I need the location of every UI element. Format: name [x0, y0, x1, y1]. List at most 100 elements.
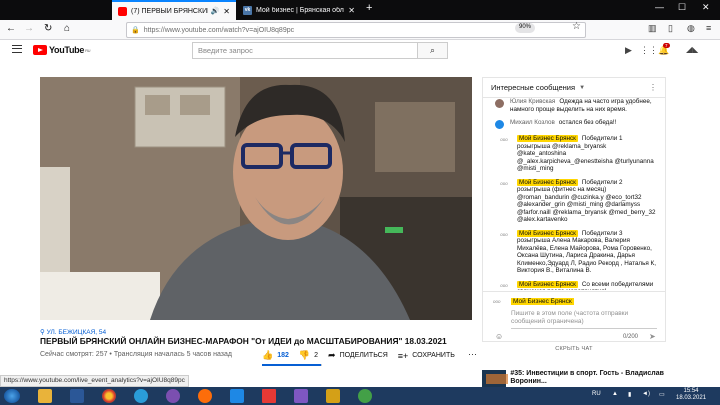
clock-date: 18.03.2021 [676, 395, 707, 401]
browser-navbar: ← → ↻ ⌂ 🔒 https://www.youtube.com/watch?… [0, 20, 720, 40]
explorer-icon[interactable] [38, 389, 52, 403]
battery-icon[interactable]: ▭ [659, 391, 665, 398]
language-indicator[interactable]: RU [592, 391, 601, 397]
viber-icon[interactable] [166, 389, 180, 403]
account-icon[interactable]: ◍ [687, 23, 695, 34]
user-avatar[interactable]: ◢◣ [686, 45, 698, 55]
youtube-favicon-icon [118, 6, 127, 16]
recommended-thumbnail [482, 370, 509, 388]
home-icon[interactable]: ⌂ [64, 23, 70, 34]
thumb-down-icon: 👎 [298, 350, 311, 360]
chat-avatar: ооо [500, 180, 508, 186]
forward-icon[interactable]: → [24, 23, 34, 34]
search-button[interactable]: ⌕ [418, 42, 448, 59]
more-actions-icon[interactable]: ⋯ [468, 349, 477, 360]
chat-message-body: Мой Бизнес Брянск Победители 2 розыгрыша … [517, 178, 657, 224]
chat-author[interactable]: Юлия Кривская [510, 98, 555, 105]
chat-author[interactable]: Мой Бизнес Брянск [517, 178, 578, 186]
chat-message-body: Мой Бизнес Брянск Победители 1 розыгрыша … [517, 135, 657, 173]
emoji-icon[interactable]: ☺ [495, 332, 503, 341]
guide-menu-icon[interactable] [12, 45, 22, 53]
close-tab-icon[interactable]: ✕ [348, 6, 355, 15]
create-video-icon[interactable]: ▶︎ [625, 45, 632, 56]
close-window-icon[interactable]: ✕ [702, 2, 710, 13]
chat-input[interactable]: Пишите в этом поле (частота отправки соо… [511, 310, 657, 329]
tray-expand-icon[interactable]: ▲ [612, 391, 618, 397]
clock-time: 15:54 [683, 388, 699, 394]
lock-icon[interactable]: 🔒 [131, 26, 140, 34]
like-count: 182 [277, 352, 289, 359]
thumb-up-icon: 👍 [262, 350, 274, 360]
chat-menu-icon[interactable]: ⋮ [649, 83, 657, 92]
maximize-icon[interactable]: ☐ [678, 2, 686, 13]
chat-messages: Юлия Кривская Одеждa на часто игра удобне… [483, 98, 665, 290]
chat-message: Михаил Козлов остался без обеда!! [483, 116, 665, 132]
youtube-header: YouTube RU Введите запрос ⌕ ▶︎ ⋮⋮ 🔔 7 ◢◣ [0, 40, 720, 62]
url-text: https://www.youtube.com/watch?v=ajOIU8q8… [143, 26, 295, 34]
firefox-icon[interactable] [198, 389, 212, 403]
chat-author[interactable]: Мой Бизнес Брянск [517, 280, 578, 288]
media-icon[interactable] [230, 389, 244, 403]
clock[interactable]: 15:54 18.03.2021 [676, 388, 706, 402]
tab-vk[interactable]: vk Мой бизнес | Брянская облас ✕ [237, 0, 361, 20]
chat-text: Победители 3 розыгрыша Алена Макарова, В… [517, 229, 656, 275]
like-button[interactable]: 👍 182 [262, 350, 289, 361]
minimize-icon[interactable]: — [655, 2, 664, 12]
chat-message-body: Мой Бизнес БрянскСо всеми победителями с… [517, 280, 657, 290]
youtube-logo[interactable]: YouTube RU [33, 45, 91, 55]
recommended-video[interactable]: #35: Инвестиции в спорт. Гость - Владисл… [482, 370, 666, 388]
menu-icon[interactable]: ≡ [706, 23, 711, 33]
region-code: RU [85, 47, 91, 53]
word-icon[interactable] [70, 389, 84, 403]
bookmark-star-icon[interactable]: ☆ [572, 21, 581, 32]
close-tab-icon[interactable]: ✕ [223, 7, 230, 16]
save-label: СОХРАНИТЬ [412, 352, 455, 359]
volume-icon[interactable]: ◄) [642, 391, 650, 397]
tab-title: Мой бизнес | Брянская облас [256, 6, 345, 14]
browser-tabbar: (7) ПЕРВЫЙ БРЯНСКИЙ С 🔊 ✕ vk Мой бизнес … [0, 0, 720, 20]
apps-grid-icon[interactable]: ⋮⋮ [640, 45, 658, 56]
chat-message: Юлия Кривская Одеждa на часто игра удобне… [483, 98, 665, 116]
app2-icon[interactable] [326, 389, 340, 403]
app-icon[interactable] [294, 389, 308, 403]
back-icon[interactable]: ← [6, 23, 16, 34]
chrome-icon[interactable] [102, 389, 116, 403]
sidebar-icon[interactable]: ▯ [668, 23, 673, 34]
chat-mode-label: Интересные сообщения [491, 83, 576, 92]
chat-author[interactable]: Мой Бизнес Брянск [517, 135, 578, 142]
share-button[interactable]: ➦ ПОДЕЛИТЬСЯ [328, 350, 388, 361]
chat-message: ооо Мой Бизнес Брянск Победители 2 розыгры… [483, 176, 665, 227]
start-button[interactable] [4, 389, 20, 403]
reload-icon[interactable]: ↻ [44, 23, 52, 34]
chat-header[interactable]: Интересные сообщения ▼ ⋮ [483, 78, 665, 98]
new-tab-icon[interactable]: + [366, 2, 372, 14]
save-button[interactable]: ≡+ СОХРАНИТЬ [398, 351, 455, 361]
pdf-icon[interactable] [262, 389, 276, 403]
notification-badge: 7 [663, 43, 670, 48]
network-icon[interactable]: ▮ [628, 391, 631, 398]
save-playlist-icon: ≡+ [397, 350, 409, 361]
telegram-icon[interactable] [134, 389, 148, 403]
char-counter: 0/200 [623, 334, 639, 340]
hide-chat-button[interactable]: СКРЫТЬ ЧАТ [482, 346, 666, 352]
chat-avatar: ооо [500, 137, 508, 143]
like-ratio-bar [262, 364, 322, 366]
tab-youtube[interactable]: (7) ПЕРВЫЙ БРЯНСКИЙ С 🔊 ✕ [112, 0, 236, 20]
chat-author[interactable]: Мой Бизнес Брянск [517, 229, 578, 237]
send-icon[interactable]: ➤ [649, 332, 656, 341]
speaker-icon[interactable]: 🔊 [211, 7, 220, 15]
location-link[interactable]: ⚲ УЛ. БЕЖИЦКАЯ, 54 [40, 328, 106, 336]
chat-compose: ооо Мой Бизнес Брянск Пишите в этом поле… [483, 291, 665, 341]
app3-icon[interactable] [358, 389, 372, 403]
chat-author[interactable]: Михаил Козлов [510, 119, 555, 126]
chat-message: ооо Мой Бизнес Брянск Со всеми победителям… [483, 278, 665, 290]
video-title: ПЕРВЫЙ БРЯНСКИЙ ОНЛАЙН БИЗНЕС-МАРАФОН "О… [40, 336, 447, 346]
search-icon: ⌕ [429, 45, 436, 55]
chat-avatar: ооо [500, 282, 508, 288]
search-input[interactable]: Введите запрос [192, 42, 418, 59]
zoom-level[interactable]: 90% [515, 23, 536, 33]
logo-text: YouTube [49, 45, 85, 55]
library-icon[interactable]: ▥ [648, 23, 657, 34]
dislike-button[interactable]: 👎 2 [299, 350, 318, 361]
video-player[interactable] [40, 77, 472, 320]
